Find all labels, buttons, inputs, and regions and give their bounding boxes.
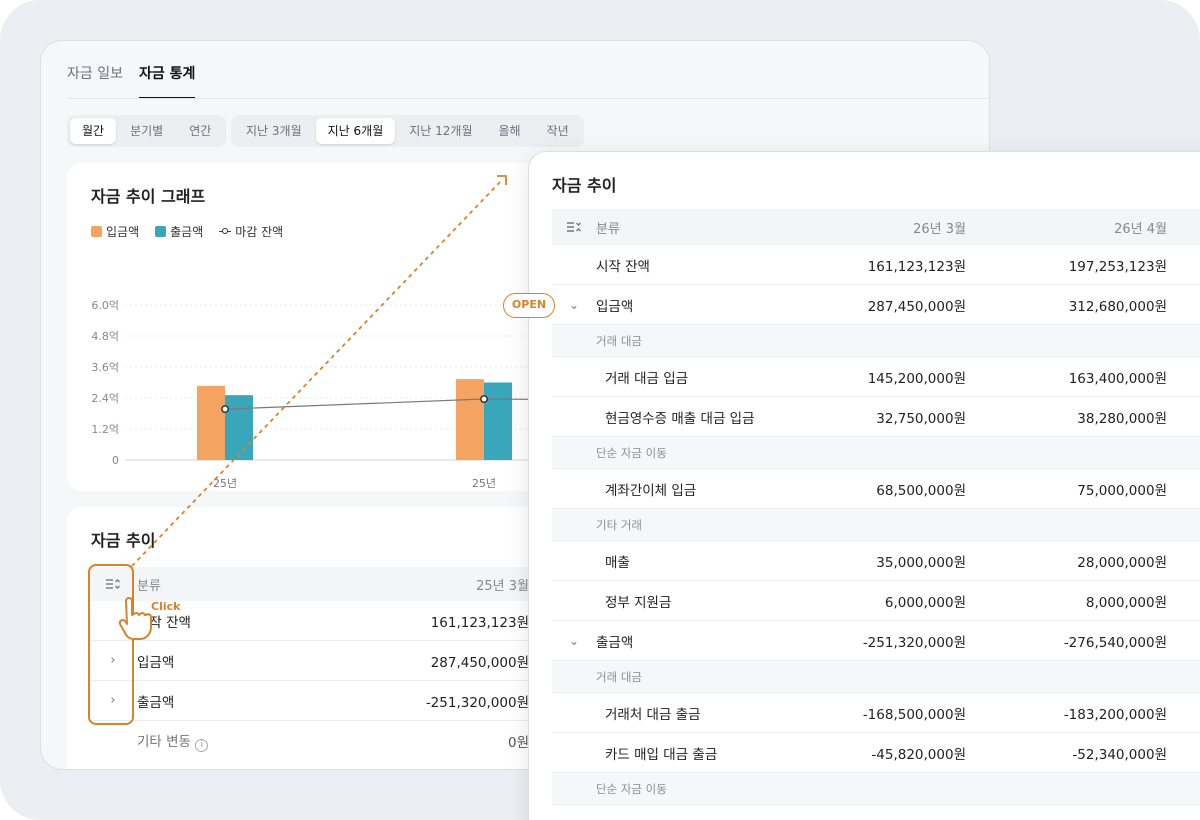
row-label: 출금액 (596, 634, 634, 651)
table-row[interactable]: ⌄ 입금액 287,450,000원 312,680,000원 (552, 285, 1200, 325)
row-label: 단순 자금 이동 (596, 445, 667, 460)
row-value-col2: 38,280,000원 (1077, 410, 1167, 427)
header-col1: 26년 3월 (913, 221, 966, 237)
row-value-col1: 32,750,000원 (876, 410, 966, 427)
row-value-col1: -251,320,000원 (862, 634, 966, 651)
table-row: 거래처 대금 출금 -168,500,000원 -183,200,000원 (552, 693, 1200, 733)
row-label: 거래 대금 (596, 669, 642, 684)
pointer-hand-icon (118, 597, 152, 640)
row-value-col2: 75,000,000원 (1077, 482, 1167, 499)
row-label: 입금액 (596, 298, 634, 315)
row-label: 현금영수증 매출 대금 입금 (605, 410, 755, 427)
row-label: 계좌간이체 입금 (605, 482, 697, 499)
subgroup-row: 단순 자금 이동 (552, 773, 1200, 805)
subgroup-row: 거래 대금 (552, 661, 1200, 693)
header-category: 분류 (596, 221, 620, 237)
table-row: 거래 대금 입금 145,200,000원 163,400,000원 (552, 357, 1200, 397)
row-label: 매출 (605, 554, 630, 571)
subgroup-row: 기타 거래 (552, 509, 1200, 541)
table-row: 현금영수증 매출 대금 입금 32,750,000원 38,280,000원 (552, 397, 1200, 437)
row-value-col1: -45,820,000원 (871, 746, 966, 763)
table-row: 카드 매입 대금 출금 -45,820,000원 -52,340,000원 (552, 733, 1200, 773)
detail-header: 분류 26년 3월 26년 4월 (552, 209, 1200, 245)
row-value-col1: 35,000,000원 (876, 554, 966, 571)
subgroup-row: 거래 대금 (552, 325, 1200, 357)
row-label: 거래처 대금 출금 (605, 706, 701, 723)
open-badge: OPEN (503, 293, 555, 318)
row-value-col1: 6,000,000원 (884, 594, 966, 611)
row-value-col2: 8,000,000원 (1085, 594, 1167, 611)
table-row: 매출 35,000,000원 28,000,000원 (552, 541, 1200, 581)
row-value-col2: -52,340,000원 (1072, 746, 1167, 763)
table-row: 정부 지원금 6,000,000원 8,000,000원 (552, 581, 1200, 621)
table-row: 시작 잔액 161,123,123원 197,253,123원 (552, 245, 1200, 285)
row-label: 정부 지원금 (605, 594, 672, 611)
row-value-col1: 145,200,000원 (867, 370, 966, 387)
row-label: 카드 매입 대금 출금 (605, 746, 718, 763)
row-value-col2: -276,540,000원 (1063, 634, 1167, 651)
row-label: 단순 자금 이동 (596, 781, 667, 796)
row-value-col1: -168,500,000원 (862, 706, 966, 723)
highlight-box (88, 564, 134, 725)
subgroup-row: 단순 자금 이동 (552, 437, 1200, 469)
row-value-col2: 28,000,000원 (1077, 554, 1167, 571)
row-value-col2: 197,253,123원 (1068, 258, 1167, 275)
chevron-down-icon[interactable]: ⌄ (552, 634, 596, 648)
row-label: 시작 잔액 (596, 258, 650, 275)
fund-trend-detail-window: 자금 추이 분류 26년 3월 26년 4월 시작 잔액 161,123,123원… (528, 151, 1200, 820)
row-label: 거래 대금 입금 (605, 370, 689, 387)
row-value-col2: 163,400,000원 (1068, 370, 1167, 387)
row-value-col2: 312,680,000원 (1068, 298, 1167, 315)
row-value-col1: 287,450,000원 (867, 298, 966, 315)
row-value-col1: 68,500,000원 (876, 482, 966, 499)
header-col2: 26년 4월 (1114, 221, 1167, 237)
collapse-toggle-icon[interactable] (552, 220, 596, 234)
detail-table: 분류 26년 3월 26년 4월 시작 잔액 161,123,123원 197,25… (552, 209, 1200, 805)
table-row: 계좌간이체 입금 68,500,000원 75,000,000원 (552, 469, 1200, 509)
table-row[interactable]: ⌄ 출금액 -251,320,000원 -276,540,000원 (552, 621, 1200, 661)
chevron-down-icon[interactable]: ⌄ (552, 298, 596, 312)
row-value-col2: -183,200,000원 (1063, 706, 1167, 723)
row-label: 기타 거래 (596, 517, 642, 532)
detail-title: 자금 추이 (552, 176, 617, 195)
row-value-col1: 161,123,123원 (867, 258, 966, 275)
row-label: 거래 대금 (596, 333, 642, 348)
